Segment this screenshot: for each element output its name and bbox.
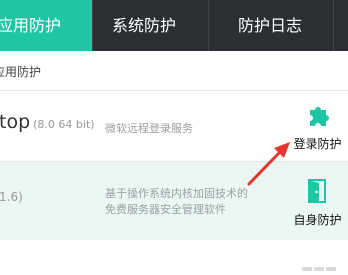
annotation-arrow-icon xyxy=(247,142,290,186)
scroll-indicator[interactable] xyxy=(302,256,338,275)
